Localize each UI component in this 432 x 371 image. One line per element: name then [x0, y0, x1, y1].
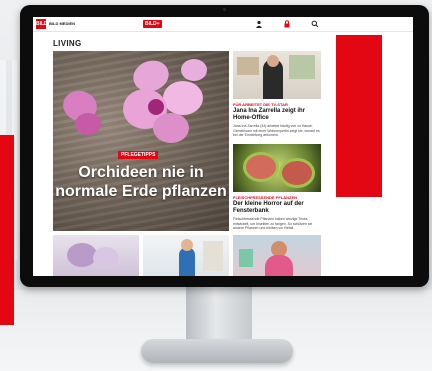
- hero-kicker: PFLEGETIPPS: [118, 151, 159, 159]
- side-article-2-image: [233, 144, 321, 192]
- side-article-1-kicker: FÜR ARBEITET DIE TV-STAR: [233, 102, 288, 107]
- person-icon[interactable]: [255, 20, 263, 28]
- section-title: LIVING: [53, 39, 82, 48]
- monitor-stand-neck: [186, 286, 252, 346]
- webcam: [223, 8, 226, 11]
- monitor-stand-base: [141, 339, 293, 363]
- ad-banner-red[interactable]: [336, 35, 382, 197]
- site-logo[interactable]: BILD: [36, 19, 48, 29]
- hero-article[interactable]: PFLEGETIPPS Orchideen nie in normale Erd…: [53, 51, 229, 231]
- side-article-1-title[interactable]: Jana Ina Zarrella zeigt ihr Home-Office: [233, 108, 321, 122]
- side-article-2-text: Fleischfressende Pflanzen haben winzige …: [233, 217, 313, 230]
- side-article-2-title[interactable]: Der kleine Horror auf der Fensterbank: [233, 201, 321, 215]
- site-header: BILD BILD MEDIEN BILD+: [33, 17, 413, 32]
- bottom-article-1-image[interactable]: [53, 235, 139, 276]
- search-icon[interactable]: [311, 20, 319, 28]
- side-article-1-text: Jana Ina Zarrella (44) arbeitet häufig v…: [233, 124, 320, 137]
- side-article-1-image: [233, 51, 321, 99]
- bild-plus-badge[interactable]: BILD+: [143, 20, 162, 28]
- browser-screen: BILD BILD MEDIEN BILD+ LIVING PFLEGETIPP…: [33, 17, 413, 276]
- bottom-article-2-image[interactable]: [143, 235, 229, 276]
- lock-icon[interactable]: [283, 20, 291, 28]
- monitor: BILD BILD MEDIEN BILD+ LIVING PFLEGETIPP…: [20, 5, 429, 287]
- side-article-2-kicker: FLEISCHFRESSENDE PFLANZEN: [233, 195, 298, 200]
- brand-label[interactable]: BILD MEDIEN: [49, 21, 75, 26]
- background-red-stripe: [0, 135, 14, 325]
- bottom-article-3-image[interactable]: [233, 235, 321, 276]
- hero-headline[interactable]: Orchideen nie in normale Erde pflanzen: [53, 163, 229, 201]
